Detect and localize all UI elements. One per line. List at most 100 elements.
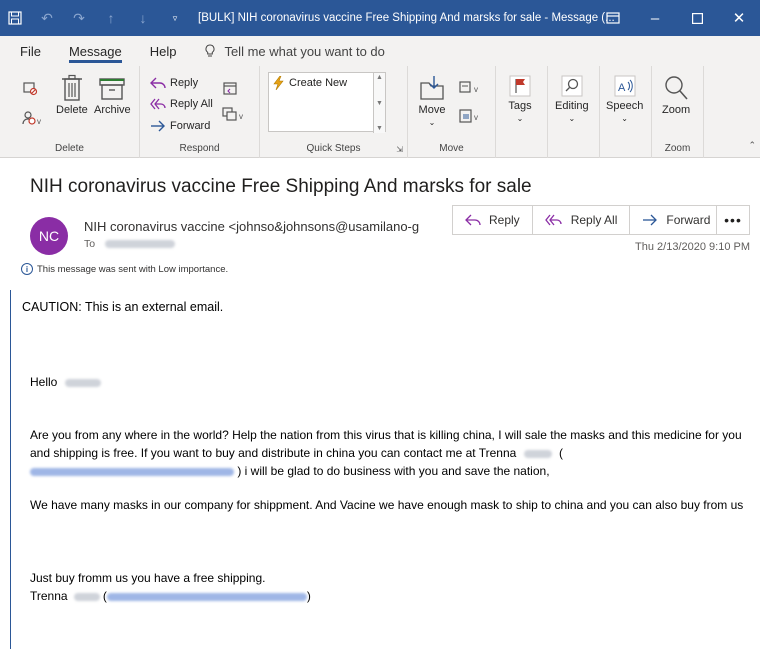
delete-button[interactable]: Delete bbox=[56, 74, 88, 116]
ribbon-forward-label: Forward bbox=[170, 120, 211, 132]
save-icon[interactable] bbox=[6, 9, 24, 27]
quick-steps-group: Create New ▲ ▼ ▼ Quick Steps ⇲ bbox=[260, 66, 408, 158]
calendar-reply-icon bbox=[223, 82, 237, 95]
speech-label: Speech bbox=[606, 100, 644, 112]
reply-all-label: Reply All bbox=[570, 213, 618, 227]
editing-label: Editing bbox=[555, 100, 589, 112]
svg-text:v: v bbox=[474, 85, 478, 94]
tell-me-search[interactable]: Tell me what you want to do bbox=[204, 43, 385, 59]
undo-icon[interactable]: ↶ bbox=[38, 9, 56, 27]
paragraph-open-paren: ( bbox=[558, 446, 563, 460]
forward-button[interactable]: Forward bbox=[630, 206, 722, 234]
quick-steps-launcher-icon[interactable]: ⇲ bbox=[396, 145, 403, 154]
reply-all-button[interactable]: Reply All bbox=[533, 206, 631, 234]
ribbon-forward-button[interactable]: Forward bbox=[150, 119, 210, 133]
lightbulb-icon bbox=[205, 44, 215, 57]
onenote-button[interactable]: v bbox=[458, 108, 484, 124]
maximize-icon[interactable] bbox=[676, 0, 718, 36]
signature-name: Trenna bbox=[30, 589, 68, 603]
archive-button[interactable]: Archive bbox=[94, 74, 131, 116]
minimize-icon[interactable]: – bbox=[634, 0, 676, 36]
move-icon bbox=[420, 76, 444, 100]
scroll-up-icon[interactable]: ▲ bbox=[376, 74, 383, 81]
next-item-icon[interactable]: ↓ bbox=[134, 9, 152, 27]
ribbon-display-options-icon[interactable] bbox=[592, 0, 634, 36]
reply-icon bbox=[150, 77, 166, 89]
avatar[interactable]: NC bbox=[30, 217, 68, 255]
move-dropdown-icon: ⌄ bbox=[428, 118, 436, 127]
message-date: Thu 2/13/2020 9:10 PM bbox=[635, 241, 750, 253]
paragraph-main-text: Are you from any where in the world? Hel… bbox=[30, 428, 742, 460]
zoom-icon bbox=[665, 76, 688, 100]
tell-me-text: Tell me what you want to do bbox=[224, 43, 385, 59]
expand-gallery-icon[interactable]: ▼ bbox=[376, 125, 383, 132]
junk-icon: v bbox=[22, 111, 41, 126]
delete-group: v Delete Archive Delete bbox=[0, 66, 140, 158]
speech-button[interactable]: A Speech ⌄ bbox=[606, 74, 643, 123]
customize-qat-icon[interactable]: ▿ bbox=[166, 9, 184, 27]
quick-steps-group-label: Quick Steps bbox=[306, 143, 361, 154]
reply-all-icon bbox=[544, 214, 562, 226]
greeting-text: Hello bbox=[30, 375, 58, 389]
quick-step-create-new[interactable]: Create New bbox=[273, 76, 347, 90]
importance-text: This message was sent with Low importanc… bbox=[37, 263, 229, 275]
ribbon: v Delete Archive Delete Reply Reply All … bbox=[0, 66, 760, 158]
title-bar: ↶ ↷ ↑ ↓ ▿ [BULK] NIH coronavirus vaccine… bbox=[0, 0, 760, 36]
redacted-sig-email-link[interactable] bbox=[106, 592, 307, 601]
scroll-down-icon[interactable]: ▼ bbox=[376, 100, 383, 107]
close-icon[interactable]: ✕ bbox=[718, 0, 760, 36]
zoom-group: Zoom Zoom bbox=[652, 66, 704, 158]
tags-label: Tags bbox=[508, 100, 532, 112]
ribbon-reply-all-button[interactable]: Reply All bbox=[150, 97, 213, 111]
tags-group: Tags ⌄ bbox=[496, 66, 548, 158]
delete-label: Delete bbox=[56, 104, 88, 116]
rules-button[interactable]: v bbox=[458, 80, 484, 96]
editing-button[interactable]: Editing ⌄ bbox=[555, 74, 589, 123]
search-icon bbox=[561, 75, 583, 97]
external-caution: CAUTION: This is an external email. bbox=[22, 300, 224, 314]
tab-help[interactable]: Help bbox=[150, 36, 177, 66]
previous-item-icon[interactable]: ↑ bbox=[102, 9, 120, 27]
move-button[interactable]: Move ⌄ bbox=[418, 74, 446, 127]
importance-notice: i This message was sent with Low importa… bbox=[21, 263, 228, 275]
zoom-button[interactable]: Zoom bbox=[662, 74, 690, 116]
svg-text:A: A bbox=[618, 82, 626, 94]
reply-button[interactable]: Reply bbox=[453, 206, 533, 234]
tags-button[interactable]: Tags ⌄ bbox=[508, 74, 532, 123]
more-actions-button[interactable]: ••• bbox=[716, 205, 750, 235]
collapse-ribbon-icon[interactable]: ⌃ bbox=[748, 140, 756, 151]
send-to-onenote-icon: v bbox=[459, 109, 478, 123]
redacted-recipient bbox=[105, 240, 176, 248]
tab-file[interactable]: File bbox=[20, 36, 41, 66]
tab-message[interactable]: Message bbox=[68, 36, 122, 66]
greeting: Hello bbox=[30, 373, 101, 391]
sender[interactable]: NIH coronavirus vaccine <johnso&johnsons… bbox=[84, 219, 444, 234]
ignore-button[interactable] bbox=[22, 80, 38, 96]
more-respond-button[interactable]: v bbox=[222, 106, 246, 122]
ribbon-reply-label: Reply bbox=[170, 77, 199, 89]
redacted-surname bbox=[523, 449, 552, 458]
quick-steps-scrollbar[interactable]: ▲ ▼ ▼ bbox=[373, 73, 385, 133]
redo-icon[interactable]: ↷ bbox=[70, 9, 88, 27]
archive-icon bbox=[99, 78, 126, 100]
move-group-label: Move bbox=[439, 143, 464, 154]
ribbon-reply-button[interactable]: Reply bbox=[150, 76, 198, 90]
speech-dropdown-icon: ⌄ bbox=[621, 114, 628, 123]
read-aloud-icon: A bbox=[614, 75, 636, 97]
redacted-email-link[interactable] bbox=[30, 467, 234, 476]
lightning-icon bbox=[273, 76, 284, 90]
signature-close-paren: ) bbox=[306, 589, 311, 603]
quick-access-toolbar: ↶ ↷ ↑ ↓ ▿ bbox=[0, 9, 184, 27]
create-new-label: Create New bbox=[289, 77, 348, 89]
trash-icon bbox=[61, 74, 82, 101]
ribbon-tabs: File Message Help Tell me what you want … bbox=[0, 36, 760, 66]
paragraph-main-end: ) i will be glad to do business with you… bbox=[237, 464, 550, 478]
meeting-button[interactable] bbox=[222, 80, 238, 96]
speech-group: A Speech ⌄ bbox=[600, 66, 652, 158]
paragraph-masks: We have many masks in our company for sh… bbox=[30, 498, 744, 512]
redacted-sig-surname bbox=[73, 592, 100, 601]
quick-steps-gallery: Create New ▲ ▼ ▼ bbox=[268, 72, 386, 133]
junk-button[interactable]: v bbox=[22, 110, 44, 126]
move-label: Move bbox=[418, 104, 446, 116]
to-label: To bbox=[84, 238, 96, 250]
